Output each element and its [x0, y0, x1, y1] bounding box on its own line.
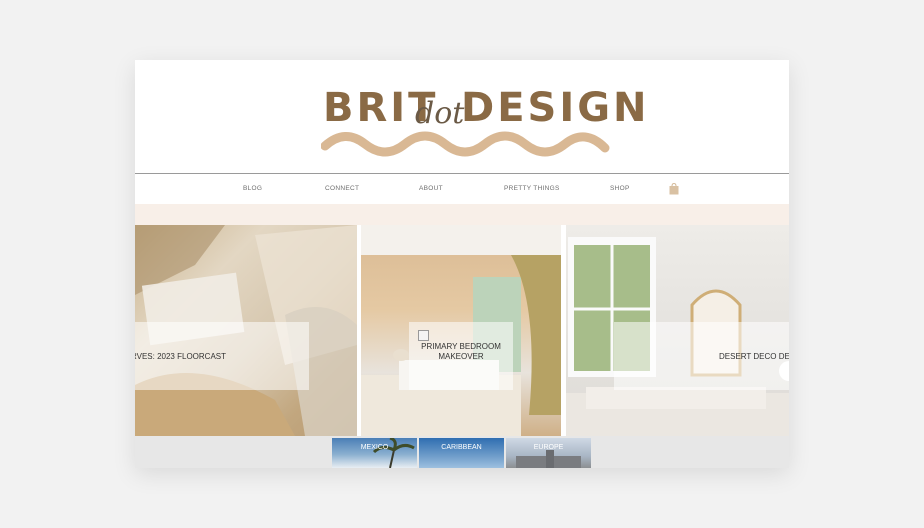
destination-label: CARIBBEAN	[441, 444, 482, 451]
logo-wave	[321, 131, 610, 157]
promo-band	[135, 204, 789, 225]
destination-label: MEXICO	[360, 444, 389, 451]
post-tile-floorcast[interactable]: RVES: 2023 FLOORCAST	[135, 225, 357, 436]
main-nav: BLOG CONNECT ABOUT PRETTY THINGS SHOP	[135, 174, 789, 204]
destination-caribbean[interactable]: CARIBBEAN	[419, 438, 504, 468]
nav-connect[interactable]: CONNECT	[325, 185, 359, 192]
nav-pretty-things[interactable]: PRETTY THINGS	[504, 185, 560, 192]
post-tile-bedroom[interactable]: PRIMARY BEDROOM MAKEOVER	[361, 225, 561, 436]
image-icon	[418, 330, 429, 341]
nav-blog[interactable]: BLOG	[243, 185, 262, 192]
destinations-strip: MEXICO CARIBBEAN EUROPE	[135, 436, 789, 468]
post-overlay: DESERT DECO DEN	[614, 322, 789, 390]
post-overlay: RVES: 2023 FLOORCAST	[135, 322, 309, 390]
destination-label: EUROPE	[533, 444, 564, 451]
site-header: BRIT dot DESIGN	[135, 60, 789, 173]
brit-dot-design-logo[interactable]: BRIT dot DESIGN	[321, 82, 647, 162]
post-overlay: PRIMARY BEDROOM MAKEOVER	[409, 322, 513, 390]
post-title: RVES: 2023 FLOORCAST	[135, 352, 226, 361]
nav-shop[interactable]: SHOP	[610, 185, 630, 192]
post-tile-desert-deco[interactable]: DESERT DECO DEN	[566, 225, 789, 436]
shopping-bag-icon[interactable]	[669, 182, 679, 195]
post-title: PRIMARY BEDROOM MAKEOVER	[421, 342, 501, 361]
post-gallery: RVES: 2023 FLOORCAST PRIMARY BEDROOM MAK…	[135, 225, 789, 436]
city-image	[516, 450, 581, 468]
destination-europe[interactable]: EUROPE	[506, 438, 591, 468]
palm-tree-image	[372, 438, 415, 468]
destination-mexico[interactable]: MEXICO	[332, 438, 417, 468]
website-frame: BRIT dot DESIGN BLOG CONNECT ABOUT PRETT…	[135, 60, 789, 468]
nav-about[interactable]: ABOUT	[419, 185, 443, 192]
logo-word-design: DESIGN	[461, 85, 650, 131]
post-title: DESERT DECO DEN	[719, 352, 789, 361]
